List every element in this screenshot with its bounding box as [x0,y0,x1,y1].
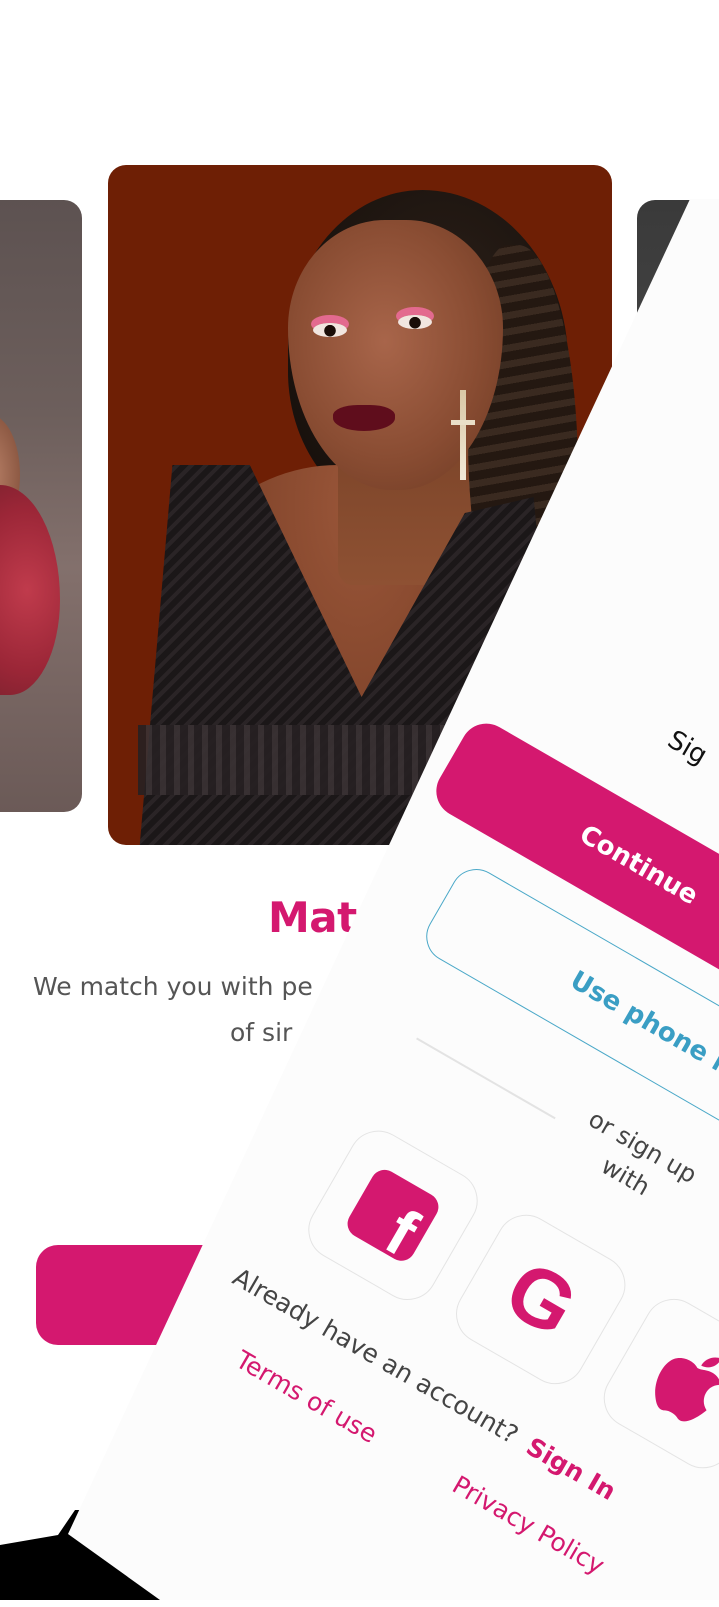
apple-button[interactable] [592,1287,719,1480]
signup-heading: Sig [662,724,713,771]
facebook-button[interactable]: f [297,1119,489,1311]
divider-left [416,1037,556,1120]
carousel-card-left[interactable] [0,200,82,812]
apple-icon [655,1357,719,1422]
photo-eye-right [398,315,432,329]
sign-in-link[interactable]: Sign In [521,1432,620,1506]
photo-lips [333,405,395,431]
use-phone-button-label: Use phone n [565,965,719,1083]
onboarding-title: Mat [268,893,357,942]
google-button[interactable]: G [445,1203,637,1396]
photo-sleeve [0,485,60,695]
photo-earring [460,390,466,480]
facebook-icon: f [342,1164,444,1270]
photo-eye-left [313,323,347,337]
onboarding-description-line2: of sir [230,1018,293,1047]
photo-earring-cross [451,420,475,425]
onboarding-description: We match you with pe [33,972,313,1001]
or-sign-up-text: or sign up with [556,1097,711,1226]
google-icon: G [490,1243,592,1355]
continue-button-label: Continue [574,819,704,912]
